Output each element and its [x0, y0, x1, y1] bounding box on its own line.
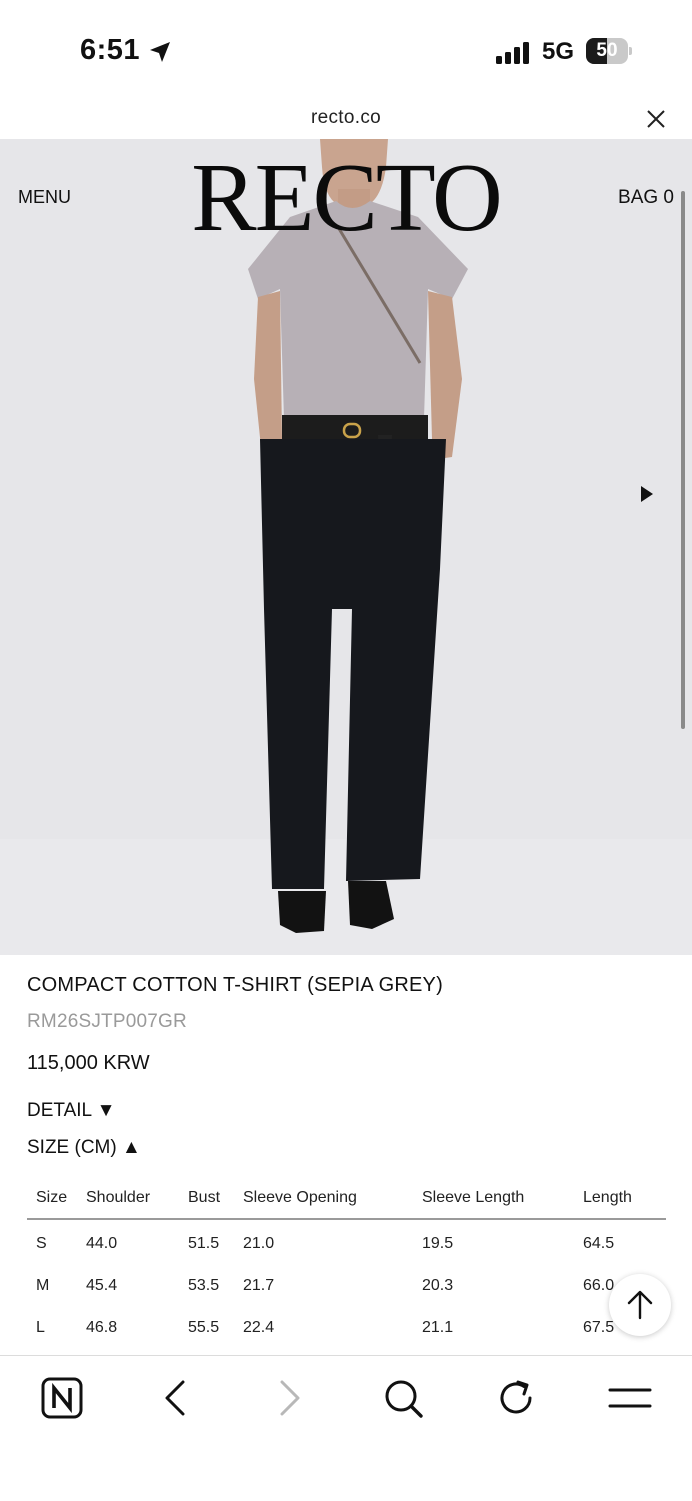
status-bar: 6:51 5G 50	[0, 0, 692, 95]
table-cell: 21.7	[243, 1277, 275, 1294]
table-row: L 46.8 55.5 22.4 21.1 67.5	[27, 1304, 666, 1346]
table-row: M 45.4 53.5 21.7 20.3 66.0	[27, 1262, 666, 1304]
back-icon	[165, 1380, 185, 1416]
table-cell: 46.8	[86, 1319, 118, 1336]
search-icon	[385, 1380, 423, 1418]
table-cell: M	[36, 1277, 50, 1294]
table-cell: L	[36, 1319, 45, 1336]
size-table: Size Shoulder Bust Sleeve Opening Sleeve…	[27, 1178, 666, 1346]
naver-home-button[interactable]	[40, 1376, 84, 1420]
product-price: 115,000 KRW	[27, 1052, 150, 1074]
forward-button[interactable]	[268, 1376, 312, 1420]
table-cell: 20.3	[422, 1277, 454, 1294]
table-cell: 21.1	[422, 1319, 454, 1336]
signal-bars-icon	[496, 42, 529, 64]
reload-icon	[500, 1380, 532, 1414]
page-scrollbar[interactable]	[681, 191, 685, 729]
menu-toolbar-button[interactable]	[608, 1376, 652, 1420]
product-image-carousel[interactable]: RECTO MENU BAG 0	[0, 139, 692, 955]
table-row: S 44.0 51.5 21.0 19.5 64.5	[27, 1220, 666, 1262]
table-cell: 45.4	[86, 1277, 118, 1294]
url-text[interactable]: recto.co	[0, 107, 692, 129]
table-cell: 44.0	[86, 1235, 118, 1252]
scroll-to-top-icon	[627, 1290, 653, 1320]
status-time: 6:51	[80, 34, 141, 66]
browser-url-bar[interactable]: recto.co	[0, 95, 692, 139]
network-type: 5G	[542, 38, 575, 65]
header-cell: Sleeve Length	[422, 1189, 525, 1206]
header-cell: Bust	[188, 1189, 221, 1206]
menu-icon	[608, 1388, 652, 1408]
back-button[interactable]	[153, 1376, 197, 1420]
header-cell: Length	[583, 1189, 632, 1206]
site-logo[interactable]: RECTO	[0, 149, 692, 247]
table-cell: 53.5	[188, 1277, 220, 1294]
reload-button[interactable]	[494, 1376, 538, 1420]
product-sku: RM26SJTP007GR	[27, 1011, 187, 1032]
table-cell: 22.4	[243, 1319, 275, 1336]
product-title: COMPACT COTTON T-SHIRT (SEPIA GREY)	[27, 974, 443, 996]
table-cell: 19.5	[422, 1235, 454, 1252]
size-table-header: Size Shoulder Bust Sleeve Opening Sleeve…	[27, 1178, 666, 1220]
next-image-icon[interactable]	[641, 486, 653, 502]
table-cell: 51.5	[188, 1235, 220, 1252]
header-cell: Shoulder	[86, 1189, 151, 1206]
table-cell: 67.5	[583, 1319, 615, 1336]
forward-icon	[280, 1380, 300, 1416]
location-arrow-icon	[150, 42, 170, 62]
battery-icon: 50	[586, 38, 632, 64]
table-cell: 55.5	[188, 1319, 220, 1336]
table-cell: 21.0	[243, 1235, 275, 1252]
product-photo	[0, 139, 692, 955]
header-cell: Size	[36, 1189, 68, 1206]
table-cell: 64.5	[583, 1235, 615, 1252]
table-cell: 66.0	[583, 1277, 615, 1294]
header-cell: Sleeve Opening	[243, 1189, 357, 1206]
battery-level: 50	[596, 40, 618, 61]
table-cell: S	[36, 1235, 47, 1252]
browser-toolbar	[0, 1355, 692, 1501]
detail-toggle[interactable]: DETAIL ▼	[27, 1100, 116, 1122]
close-icon[interactable]	[646, 109, 666, 129]
menu-button[interactable]: MENU	[18, 187, 71, 208]
size-toggle[interactable]: SIZE (CM) ▲	[27, 1137, 141, 1159]
bag-button[interactable]: BAG 0	[618, 187, 674, 209]
scroll-to-top-button[interactable]	[609, 1274, 671, 1336]
naver-logo-icon	[41, 1377, 83, 1419]
search-button[interactable]	[381, 1376, 425, 1420]
